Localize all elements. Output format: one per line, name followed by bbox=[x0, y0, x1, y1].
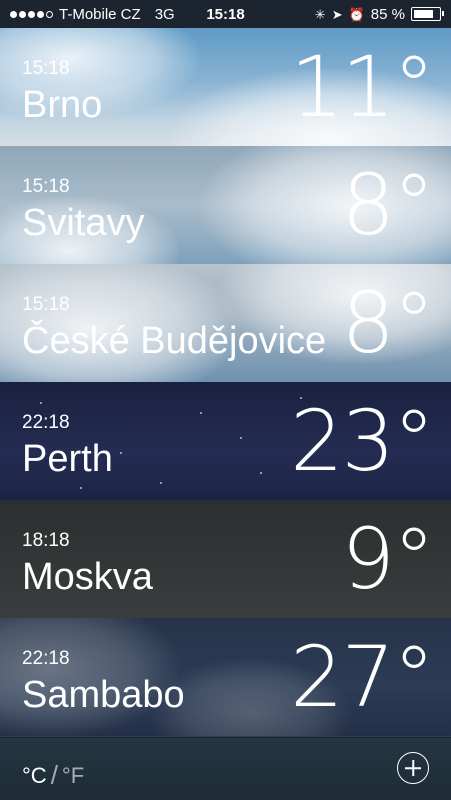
city-row-brno[interactable]: 15:18 Brno 11° bbox=[0, 28, 451, 147]
location-arrow-icon: ➤ bbox=[331, 6, 343, 22]
status-time: 15:18 bbox=[206, 5, 245, 23]
city-row-svitavy[interactable]: 15:18 Svitavy 8° bbox=[0, 146, 451, 265]
city-row-ceske-budejovice[interactable]: 15:18 České Budějovice 8° bbox=[0, 264, 451, 383]
city-name: Sambabo bbox=[22, 674, 185, 716]
city-temperature: 8° bbox=[341, 156, 435, 254]
city-local-time: 15:18 bbox=[22, 294, 70, 315]
city-local-time: 15:18 bbox=[22, 176, 70, 197]
city-temperature: 27° bbox=[290, 628, 435, 726]
status-left: T-Mobile CZ 3G bbox=[10, 6, 175, 23]
city-temperature: 9° bbox=[341, 510, 435, 608]
activity-spinner-icon: ✳ bbox=[314, 6, 326, 22]
city-name: Moskva bbox=[22, 556, 153, 598]
battery-percent: 85 % bbox=[370, 5, 405, 23]
city-temperature: 11° bbox=[290, 38, 435, 136]
city-row-sambabo[interactable]: 22:18 Sambabo 27° bbox=[0, 618, 451, 737]
city-local-time: 18:18 bbox=[22, 530, 70, 551]
alarm-clock-icon: ⏰ bbox=[348, 6, 365, 22]
status-right: ✳ ➤ ⏰ 85 % bbox=[314, 5, 444, 23]
carrier-name: T-Mobile CZ bbox=[59, 5, 141, 23]
city-name: Brno bbox=[22, 84, 103, 126]
network-type: 3G bbox=[154, 5, 175, 23]
city-temperature: 8° bbox=[341, 274, 435, 372]
city-local-time: 15:18 bbox=[22, 58, 70, 79]
unit-separator: / bbox=[50, 760, 58, 790]
status-bar: T-Mobile CZ 3G 15:18 ✳ ➤ ⏰ 85 % bbox=[0, 0, 451, 28]
fahrenheit-button[interactable]: °F bbox=[62, 763, 84, 789]
battery-icon bbox=[411, 7, 444, 21]
city-name: České Budějovice bbox=[22, 320, 327, 362]
city-temperature: 23° bbox=[290, 392, 435, 490]
city-local-time: 22:18 bbox=[22, 412, 70, 433]
city-row-moskva[interactable]: 18:18 Moskva 9° bbox=[0, 500, 451, 619]
signal-strength-icon bbox=[10, 10, 53, 18]
city-local-time: 22:18 bbox=[22, 648, 70, 669]
unit-toggle[interactable]: °C / °F bbox=[22, 760, 84, 791]
city-name: Svitavy bbox=[22, 202, 145, 244]
add-city-button[interactable] bbox=[397, 752, 429, 784]
celsius-button[interactable]: °C bbox=[22, 763, 47, 789]
bottom-toolbar: °C / °F bbox=[0, 738, 451, 800]
city-row-perth[interactable]: 22:18 Perth 23° bbox=[0, 382, 451, 501]
city-name: Perth bbox=[22, 438, 113, 480]
